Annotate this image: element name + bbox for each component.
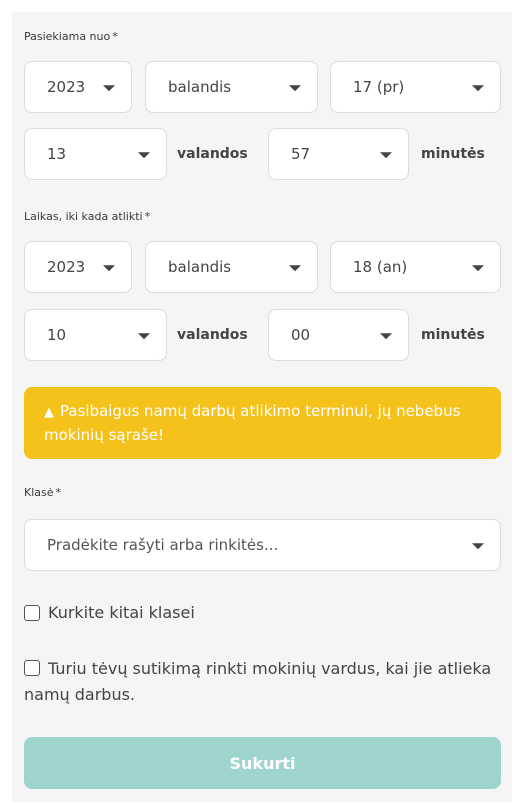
deadline-minute-select[interactable]: 00 (268, 309, 409, 361)
other-class-option[interactable]: Kurkite kitai klasei (24, 600, 501, 626)
chevron-down-icon (289, 265, 301, 272)
create-button[interactable]: Sukurti (24, 737, 501, 789)
deadline-hour-select[interactable]: 10 (24, 309, 167, 361)
consent-option[interactable]: Turiu tėvų sutikimą rinkti mokinių vardu… (24, 656, 501, 708)
warning-text: Pasibaigus namų darbų atlikimo terminui,… (44, 402, 461, 444)
chevron-down-icon (103, 265, 115, 272)
from-day-select[interactable]: 17 (pr) (330, 61, 501, 113)
from-minutes-unit: minutės (421, 146, 485, 162)
chevron-down-icon (138, 152, 150, 159)
other-class-label: Kurkite kitai klasei (48, 603, 195, 622)
chevron-down-icon (380, 333, 392, 340)
chevron-down-icon (138, 333, 150, 340)
class-label: Klasė * (24, 486, 62, 499)
class-placeholder: Pradėkite rašyti arba rinkitės... (47, 536, 279, 554)
chevron-down-icon (380, 152, 392, 159)
warning-icon: ▲ (44, 405, 54, 420)
deadline-minutes-unit: minutės (421, 327, 485, 343)
from-month-select[interactable]: balandis (145, 61, 318, 113)
available-from-label: Pasiekiama nuo * (24, 30, 118, 43)
consent-checkbox[interactable] (24, 660, 40, 676)
class-select[interactable]: Pradėkite rašyti arba rinkitės... (24, 519, 501, 571)
from-year-value: 2023 (47, 78, 86, 96)
other-class-checkbox[interactable] (24, 605, 40, 621)
deadline-year-select[interactable]: 2023 (24, 241, 132, 293)
chevron-down-icon (289, 85, 301, 92)
chevron-down-icon (103, 85, 115, 92)
chevron-down-icon (472, 265, 484, 272)
deadline-day-select[interactable]: 18 (an) (330, 241, 501, 293)
deadline-label: Laikas, iki kada atlikti * (24, 210, 151, 223)
consent-label: Turiu tėvų sutikimą rinkti mokinių vardu… (24, 659, 492, 704)
deadline-warning-alert: ▲ Pasibaigus namų darbų atlikimo terminui… (24, 387, 501, 459)
deadline-month-select[interactable]: balandis (145, 241, 318, 293)
chevron-down-icon (472, 543, 484, 550)
from-hour-select[interactable]: 13 (24, 128, 167, 180)
from-year-select[interactable]: 2023 (24, 61, 132, 113)
deadline-year-value: 2023 (47, 258, 86, 276)
deadline-hours-unit: valandos (177, 327, 248, 343)
from-minute-select[interactable]: 57 (268, 128, 409, 180)
chevron-down-icon (472, 85, 484, 92)
from-hours-unit: valandos (177, 146, 248, 162)
